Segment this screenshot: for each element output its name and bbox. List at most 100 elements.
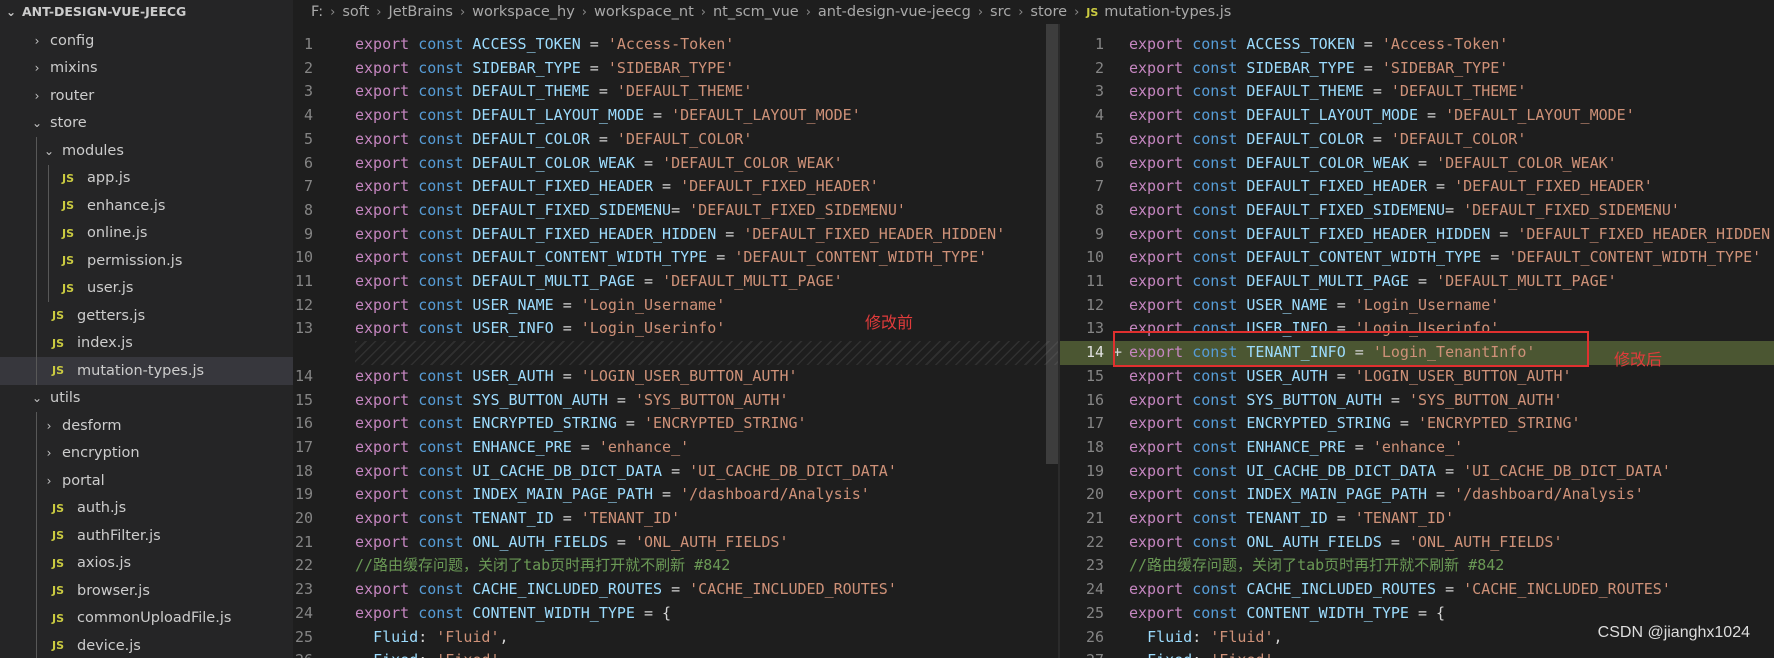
- code-line[interactable]: 2 export const SIDEBAR_TYPE = 'SIDEBAR_TY…: [293, 57, 1060, 81]
- code-line[interactable]: 5 export const DEFAULT_COLOR = 'DEFAULT_C…: [1060, 128, 1774, 152]
- code-line[interactable]: 21 export const TENANT_ID = 'TENANT_ID': [1060, 507, 1774, 531]
- code-text: export const CACHE_INCLUDED_ROUTES = 'CA…: [355, 580, 897, 599]
- code-line[interactable]: 22 export const ONL_AUTH_FIELDS = 'ONL_AU…: [1060, 531, 1774, 555]
- code-line[interactable]: 21 export const ONL_AUTH_FIELDS = 'ONL_AU…: [293, 531, 1060, 555]
- highlight-box: [1113, 331, 1589, 367]
- code-line[interactable]: 17 export const ENHANCE_PRE = 'enhance_': [293, 436, 1060, 460]
- code-line[interactable]: 20 export const TENANT_ID = 'TENANT_ID': [293, 507, 1060, 531]
- code-line[interactable]: 25 Fluid: 'Fluid',: [293, 626, 1060, 650]
- breadcrumb-segment[interactable]: soft: [342, 4, 369, 20]
- code-line[interactable]: 3 export const DEFAULT_THEME = 'DEFAULT_T…: [293, 80, 1060, 104]
- code-line[interactable]: 14 export const USER_AUTH = 'LOGIN_USER_B…: [293, 365, 1060, 389]
- tree-folder[interactable]: ⌄ utils: [0, 385, 293, 413]
- code-line[interactable]: 11 export const DEFAULT_MULTI_PAGE = 'DEF…: [1060, 270, 1774, 294]
- tree-file[interactable]: JS axios.js: [0, 550, 293, 578]
- code-line[interactable]: 1 export const ACCESS_TOKEN = 'Access-Tok…: [293, 33, 1060, 57]
- code-line[interactable]: 13 export const USER_INFO = 'Login_Userin…: [293, 317, 1060, 341]
- chevron-right-icon: ›: [34, 61, 40, 76]
- code-line[interactable]: 15 export const USER_AUTH = 'LOGIN_USER_B…: [1060, 365, 1774, 389]
- code-line[interactable]: 22 //路由缓存问题，关闭了tab页时再打开就不刷新 #842: [293, 554, 1060, 578]
- tree-file[interactable]: JS enhance.js: [0, 192, 293, 220]
- code-line[interactable]: 2 export const SIDEBAR_TYPE = 'SIDEBAR_TY…: [1060, 57, 1774, 81]
- code-line[interactable]: 4 export const DEFAULT_LAYOUT_MODE = 'DEF…: [293, 104, 1060, 128]
- tree-item-label: device.js: [77, 637, 141, 654]
- js-file-icon: JS: [62, 226, 75, 240]
- tree-file[interactable]: JS index.js: [0, 330, 293, 358]
- code-line[interactable]: 9 export const DEFAULT_FIXED_HEADER_HIDDE…: [1060, 223, 1774, 247]
- code-line[interactable]: 25 export const CONTENT_WIDTH_TYPE = {: [1060, 602, 1774, 626]
- code-line[interactable]: 10 export const DEFAULT_CONTENT_WIDTH_TYP…: [293, 246, 1060, 270]
- breadcrumb-segment[interactable]: F:: [311, 4, 323, 20]
- scrollbar-thumb[interactable]: [1046, 24, 1058, 464]
- code-line[interactable]: 18 export const UI_CACHE_DB_DICT_DATA = '…: [293, 460, 1060, 484]
- code-line[interactable]: 3 export const DEFAULT_THEME = 'DEFAULT_T…: [1060, 80, 1774, 104]
- tree-file[interactable]: JS app.js: [0, 165, 293, 193]
- code-line[interactable]: 7 export const DEFAULT_FIXED_HEADER = 'DE…: [1060, 175, 1774, 199]
- breadcrumb-segment[interactable]: workspace_nt: [594, 4, 694, 20]
- diff-original-pane[interactable]: 1 export const ACCESS_TOKEN = 'Access-Tok…: [293, 24, 1060, 658]
- code-line[interactable]: 4 export const DEFAULT_LAYOUT_MODE = 'DEF…: [1060, 104, 1774, 128]
- code-text: export const UI_CACHE_DB_DICT_DATA = 'UI…: [355, 461, 897, 480]
- code-line[interactable]: 8 export const DEFAULT_FIXED_SIDEMENU= 'D…: [293, 199, 1060, 223]
- code-line[interactable]: 23 //路由缓存问题，关闭了tab页时再打开就不刷新 #842: [1060, 554, 1774, 578]
- code-line[interactable]: 9 export const DEFAULT_FIXED_HEADER_HIDDE…: [293, 223, 1060, 247]
- code-line[interactable]: 27 Fixed: 'Fixed': [1060, 649, 1774, 658]
- tree-folder[interactable]: › encryption: [0, 440, 293, 468]
- tree-folder[interactable]: ⌄ store: [0, 110, 293, 138]
- breadcrumb-segment[interactable]: ant-design-vue-jeecg: [818, 4, 971, 20]
- code-line[interactable]: 26 Fixed: 'Fixed': [293, 649, 1060, 658]
- code-text: export const DEFAULT_FIXED_HEADER = 'DEF…: [355, 177, 879, 196]
- code-line[interactable]: 24 export const CONTENT_WIDTH_TYPE = {: [293, 602, 1060, 626]
- code-line[interactable]: 1 export const ACCESS_TOKEN = 'Access-Tok…: [1060, 33, 1774, 57]
- tree-folder[interactable]: › router: [0, 82, 293, 110]
- code-line[interactable]: 10 export const DEFAULT_CONTENT_WIDTH_TYP…: [1060, 246, 1774, 270]
- line-number: 18: [1085, 437, 1104, 456]
- code-line[interactable]: 15 export const SYS_BUTTON_AUTH = 'SYS_BU…: [293, 389, 1060, 413]
- tree-folder[interactable]: › portal: [0, 467, 293, 495]
- breadcrumb-segment[interactable]: nt_scm_vue: [713, 4, 799, 20]
- tree-file[interactable]: JS authFilter.js: [0, 522, 293, 550]
- tree-file[interactable]: JS browser.js: [0, 577, 293, 605]
- code-line[interactable]: 5 export const DEFAULT_COLOR = 'DEFAULT_C…: [293, 128, 1060, 152]
- tree-file[interactable]: JS mutation-types.js: [0, 357, 293, 385]
- code-line[interactable]: 8 export const DEFAULT_FIXED_SIDEMENU= 'D…: [1060, 199, 1774, 223]
- code-line[interactable]: 6 export const DEFAULT_COLOR_WEAK = 'DEFA…: [293, 152, 1060, 176]
- tree-file[interactable]: JS device.js: [0, 632, 293, 658]
- tree-file[interactable]: JS user.js: [0, 275, 293, 303]
- breadcrumb-segment[interactable]: JetBrains: [388, 4, 452, 20]
- tree-file[interactable]: JS auth.js: [0, 495, 293, 523]
- code-text: export const USER_NAME = 'Login_Username…: [1129, 295, 1500, 314]
- code-line[interactable]: 17 export const ENCRYPTED_STRING = 'ENCRY…: [1060, 412, 1774, 436]
- code-line[interactable]: 23 export const CACHE_INCLUDED_ROUTES = '…: [293, 578, 1060, 602]
- annotation-after: 修改后: [1614, 350, 1663, 369]
- code-line[interactable]: 6 export const DEFAULT_COLOR_WEAK = 'DEFA…: [1060, 152, 1774, 176]
- code-line[interactable]: 16 export const SYS_BUTTON_AUTH = 'SYS_BU…: [1060, 389, 1774, 413]
- code-line[interactable]: 18 export const ENHANCE_PRE = 'enhance_': [1060, 436, 1774, 460]
- tree-folder[interactable]: › desform: [0, 412, 293, 440]
- code-line[interactable]: 12 export const USER_NAME = 'Login_Userna…: [293, 294, 1060, 318]
- code-line[interactable]: 19 export const INDEX_MAIN_PAGE_PATH = '/…: [293, 483, 1060, 507]
- tree-file[interactable]: JS getters.js: [0, 302, 293, 330]
- code-line[interactable]: 12 export const USER_NAME = 'Login_Userna…: [1060, 294, 1774, 318]
- breadcrumb-segment[interactable]: workspace_hy: [472, 4, 575, 20]
- explorer-root[interactable]: ⌄ ANT-DESIGN-VUE-JEECG: [0, 0, 293, 24]
- breadcrumb-file[interactable]: mutation-types.js: [1104, 4, 1231, 20]
- code-line[interactable]: 16 export const ENCRYPTED_STRING = 'ENCRY…: [293, 412, 1060, 436]
- code-line[interactable]: 20 export const INDEX_MAIN_PAGE_PATH = '/…: [1060, 483, 1774, 507]
- code-line[interactable]: 7 export const DEFAULT_FIXED_HEADER = 'DE…: [293, 175, 1060, 199]
- tree-folder[interactable]: ⌄ modules: [0, 137, 293, 165]
- code-line[interactable]: 11 export const DEFAULT_MULTI_PAGE = 'DEF…: [293, 270, 1060, 294]
- code-line[interactable]: 24 export const CACHE_INCLUDED_ROUTES = '…: [1060, 578, 1774, 602]
- tree-file[interactable]: JS commonUploadFile.js: [0, 605, 293, 633]
- tree-folder[interactable]: › mixins: [0, 55, 293, 83]
- breadcrumb-segment[interactable]: store: [1030, 4, 1067, 20]
- code-line[interactable]: 19 export const UI_CACHE_DB_DICT_DATA = '…: [1060, 460, 1774, 484]
- tree-file[interactable]: JS online.js: [0, 220, 293, 248]
- code-text: export const ENHANCE_PRE = 'enhance_': [355, 437, 690, 456]
- breadcrumb-segment[interactable]: src: [990, 4, 1011, 20]
- tree-file[interactable]: JS permission.js: [0, 247, 293, 275]
- js-file-icon: JS: [52, 639, 65, 653]
- chevron-right-icon: ›: [805, 4, 811, 20]
- tree-folder[interactable]: › config: [0, 27, 293, 55]
- chevron-right-icon: ›: [330, 4, 336, 20]
